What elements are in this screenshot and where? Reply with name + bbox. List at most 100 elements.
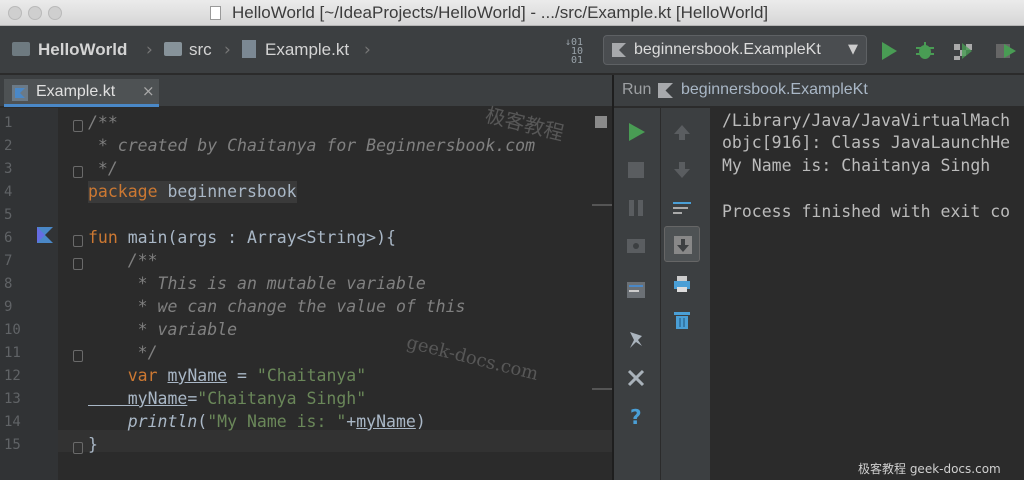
- code-line-7: /**: [88, 251, 158, 270]
- chevron-right-icon: ›: [364, 40, 371, 60]
- folder-icon: [164, 42, 182, 56]
- fold-marker-icon[interactable]: [73, 350, 83, 362]
- settings-icon[interactable]: [624, 278, 648, 302]
- string-literal: "Chaitanya Singh": [197, 389, 367, 408]
- function-signature: main(args : Array<String>){: [117, 228, 396, 247]
- help-icon[interactable]: ?: [624, 404, 648, 428]
- code-line-6: fun main(args : Array<String>){: [88, 227, 396, 249]
- debug-icon[interactable]: [914, 40, 936, 62]
- scrollbar-marker[interactable]: [592, 204, 612, 206]
- keyword: fun: [88, 228, 118, 247]
- breadcrumb-project[interactable]: HelloWorld: [38, 40, 127, 60]
- line-number: 15: [4, 437, 21, 453]
- scrollbar-marker[interactable]: [592, 388, 612, 390]
- package-name: beginnersbook: [157, 182, 297, 201]
- variable-name: myName: [88, 389, 188, 408]
- line-number: 14: [4, 414, 21, 430]
- scroll-down-icon[interactable]: [670, 158, 694, 182]
- kotlin-file-icon: [12, 85, 28, 101]
- code-line-11: */: [88, 343, 158, 362]
- kotlin-icon: [658, 83, 673, 98]
- kotlin-icon: [612, 43, 626, 57]
- close-window-button[interactable]: [8, 6, 22, 20]
- variable-name: myName: [167, 366, 228, 385]
- window-titlebar: HelloWorld [~/IdeaProjects/HelloWorld] -…: [0, 0, 1024, 26]
- close-tab-icon[interactable]: ×: [142, 82, 155, 100]
- run-gutter-kotlin-icon[interactable]: [37, 227, 53, 243]
- print-icon[interactable]: [670, 272, 694, 296]
- function-call: println: [88, 412, 198, 431]
- chevron-right-icon: ›: [146, 40, 153, 60]
- current-line-highlight: [58, 430, 612, 452]
- fold-marker-icon[interactable]: [73, 442, 83, 454]
- keyword: var: [88, 366, 168, 385]
- code-line-3: */: [88, 159, 118, 178]
- code-line-1: /**: [88, 113, 118, 132]
- rerun-icon[interactable]: [624, 120, 648, 144]
- run-configuration-dropdown[interactable]: beginnersbook.ExampleKt ▼: [603, 35, 867, 65]
- svg-text:?: ?: [630, 405, 642, 428]
- sort-icon[interactable]: ↓01 10 01: [565, 38, 583, 66]
- stop-icon[interactable]: [624, 158, 648, 182]
- chevron-down-icon: ▼: [848, 42, 858, 57]
- kotlin-file-icon: [242, 40, 256, 58]
- fold-marker-icon[interactable]: [73, 235, 83, 247]
- navigation-bar: HelloWorld › src › Example.kt › ↓01 10 0…: [0, 26, 1024, 74]
- console-line: My Name is: Chaitanya Singh: [722, 156, 991, 175]
- code-line-10: * variable: [88, 320, 238, 339]
- chevron-right-icon: ›: [224, 40, 231, 60]
- dump-threads-icon[interactable]: [624, 234, 648, 258]
- line-number: 6: [4, 230, 13, 246]
- run-icon[interactable]: [878, 40, 900, 62]
- line-number: 13: [4, 391, 21, 407]
- soft-wrap-icon[interactable]: [670, 196, 694, 220]
- code-editor[interactable]: 1 2 3 4 5 6 7 8 9 10 11 12 13 14 15 /** …: [0, 103, 612, 480]
- run-panel-header: Run beginnersbook.ExampleKt: [614, 75, 1024, 107]
- line-number: 7: [4, 253, 13, 269]
- window-title: HelloWorld [~/IdeaProjects/HelloWorld] -…: [232, 3, 769, 22]
- run-tab-label[interactable]: beginnersbook.ExampleKt: [681, 81, 868, 99]
- close-icon[interactable]: [624, 366, 648, 390]
- zoom-window-button[interactable]: [48, 6, 62, 20]
- editor-tabs: Example.kt ×: [0, 75, 612, 107]
- code-line-15: }: [88, 435, 98, 454]
- console-line: /Library/Java/JavaVirtualMach: [722, 111, 1011, 130]
- line-number: 12: [4, 368, 21, 384]
- pause-icon[interactable]: [624, 196, 648, 220]
- code-line-13: myName="Chaitanya Singh": [88, 388, 366, 410]
- fold-marker-icon[interactable]: [73, 120, 83, 132]
- scroll-to-end-icon: [674, 236, 692, 254]
- breadcrumb-src[interactable]: src: [189, 40, 212, 60]
- scroll-to-end-button[interactable]: [664, 226, 700, 262]
- fold-marker-icon[interactable]: [73, 166, 83, 178]
- scroll-up-icon[interactable]: [670, 120, 694, 144]
- watermark-site: geek-docs.com: [404, 331, 541, 386]
- string-literal: "My Name is: ": [207, 412, 347, 431]
- line-number: 3: [4, 161, 13, 177]
- line-number: 5: [4, 207, 13, 223]
- line-number: 9: [4, 299, 13, 315]
- breadcrumb-file[interactable]: Example.kt: [265, 40, 349, 60]
- fold-marker-icon[interactable]: [73, 258, 83, 270]
- profile-icon[interactable]: [994, 40, 1016, 62]
- document-icon: [210, 6, 221, 20]
- minimize-window-button[interactable]: [28, 6, 42, 20]
- inspection-status-icon[interactable]: [595, 116, 607, 128]
- operator: =: [227, 366, 257, 385]
- code-line-8: * This is an mutable variable: [88, 274, 426, 293]
- keyword: package: [88, 182, 158, 201]
- tab-example-kt[interactable]: Example.kt ×: [4, 79, 159, 107]
- code-line-14: println("My Name is: "+myName): [88, 411, 426, 433]
- console-line: objc[916]: Class JavaLaunchHe: [722, 133, 1011, 152]
- operator: +: [346, 412, 357, 431]
- clear-all-icon[interactable]: [670, 308, 694, 332]
- code-line-12: var myName = "Chaitanya": [88, 365, 366, 387]
- run-console[interactable]: /Library/Java/JavaVirtualMach objc[916]:…: [710, 108, 1024, 480]
- code-line-9: * we can change the value of this: [88, 297, 466, 316]
- pin-icon[interactable]: [624, 328, 648, 352]
- run-panel-title: Run: [622, 81, 652, 98]
- run-with-coverage-icon[interactable]: [952, 40, 974, 62]
- console-line: Process finished with exit co: [722, 202, 1011, 221]
- run-configuration-label: beginnersbook.ExampleKt: [634, 41, 821, 58]
- string-literal: "Chaitanya": [256, 366, 367, 385]
